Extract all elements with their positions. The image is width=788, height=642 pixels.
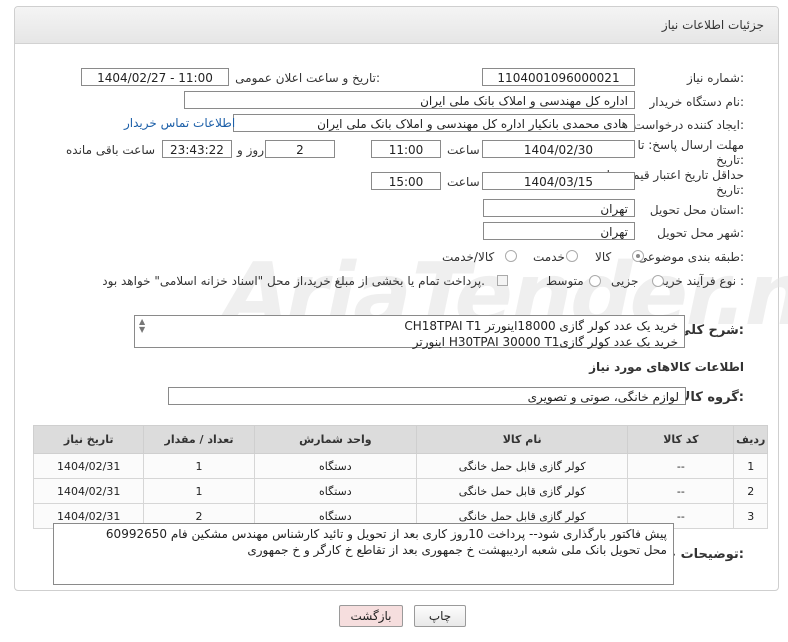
cell-name: کولر گازی قابل حمل خانگی bbox=[416, 478, 629, 504]
days-label: روز و bbox=[237, 143, 264, 157]
city-field: تهران bbox=[483, 222, 635, 240]
process-radio-medium[interactable] bbox=[589, 275, 601, 287]
creator-label: ایجاد کننده درخواست: bbox=[633, 118, 744, 132]
print-button[interactable]: چاپ bbox=[414, 605, 466, 627]
buyer-org-field: اداره کل مهندسی و املاک بانک ملی ایران bbox=[184, 91, 635, 109]
price-validity-time-label: ساعت bbox=[447, 175, 480, 189]
table-row: 2 -- کولر گازی قابل حمل خانگی دستگاه 1 1… bbox=[32, 478, 768, 504]
category-label: طبقه بندی موضوعی: bbox=[637, 250, 744, 264]
cell-row: 2 bbox=[733, 478, 768, 504]
cell-quantity: 1 bbox=[143, 478, 255, 504]
cell-need-date: 1404/02/31 bbox=[32, 453, 145, 479]
deadline-date-field: 1404/02/30 bbox=[482, 140, 635, 158]
process-radio-minor[interactable] bbox=[652, 275, 664, 287]
table-row: 1 -- کولر گازی قابل حمل خانگی دستگاه 1 1… bbox=[32, 453, 768, 479]
buyer-contact-link[interactable]: اطلاعات تماس خریدار bbox=[124, 116, 235, 130]
need-number-label: شماره نیاز: bbox=[686, 71, 744, 85]
process-option-minor: جزیی bbox=[611, 274, 639, 288]
category-option-goods-service: کالا/خدمت bbox=[442, 250, 495, 264]
buyer-notes-textarea[interactable]: پیش فاکتور بارگذاری شود-- پرداخت 10روز ک… bbox=[53, 523, 674, 585]
col-row: ردیف bbox=[733, 425, 768, 454]
deadline-time-field: 11:00 bbox=[371, 140, 441, 158]
cell-row: 1 bbox=[733, 453, 768, 479]
col-need-date: تاریخ نیاز bbox=[32, 425, 145, 454]
summary-textarea[interactable]: خرید یک عدد کولر گازی 18000اینورتر CH18T… bbox=[134, 315, 685, 349]
price-validity-date-field: 1404/03/15 bbox=[482, 172, 635, 190]
category-radio-goods[interactable] bbox=[632, 250, 644, 262]
treasury-payment-note: پرداخت تمام یا بخشی از مبلغ خرید،از محل … bbox=[102, 274, 485, 288]
col-unit: واحد شمارش bbox=[253, 425, 418, 454]
need-number-field: 1104001096000021 bbox=[482, 68, 635, 86]
process-label: نوع فرآیند خرید : bbox=[659, 274, 744, 288]
col-code: کد کالا bbox=[627, 425, 735, 454]
deadline-time-label: ساعت bbox=[447, 143, 480, 157]
cell-unit: دستگاه bbox=[253, 478, 418, 504]
cell-need-date: 1404/02/31 bbox=[32, 478, 145, 504]
category-option-service: خدمت bbox=[533, 250, 565, 264]
creator-field: هادی محمدی بانکیار اداره کل مهندسی و امل… bbox=[233, 114, 635, 132]
process-option-medium: متوسط bbox=[546, 274, 584, 288]
announce-label: تاریخ و ساعت اعلان عمومی: bbox=[235, 71, 380, 85]
days-field: 2 bbox=[265, 140, 335, 158]
cell-code: -- bbox=[627, 478, 735, 504]
deadline-label: مهلت ارسال پاسخ: تا تاریخ: bbox=[637, 138, 744, 167]
goods-group-label: گروه کالا: bbox=[680, 390, 744, 405]
category-option-goods: کالا bbox=[595, 250, 612, 264]
cell-unit: دستگاه bbox=[253, 453, 418, 479]
city-label: شهر محل تحویل: bbox=[657, 226, 744, 240]
summary-line-2: خرید یک عدد کولر گازیH30TPAI 30000 T1 ای… bbox=[412, 335, 678, 349]
goods-group-field: لوازم خانگی، صوتی و تصویری bbox=[168, 387, 686, 405]
cell-row: 3 bbox=[733, 503, 768, 529]
category-radio-goods-service[interactable] bbox=[505, 250, 517, 262]
table-header-row: ردیف کد کالا نام کالا واحد شمارش تعداد /… bbox=[32, 425, 768, 454]
announce-field: 1404/02/27 - 11:00 bbox=[81, 68, 229, 86]
province-field: تهران bbox=[483, 199, 635, 217]
scroll-down-icon[interactable]: ▼ bbox=[139, 326, 145, 334]
cell-code: -- bbox=[627, 453, 735, 479]
goods-info-title: اطلاعات کالاهای مورد نیاز bbox=[589, 360, 744, 374]
panel-header: جزئیات اطلاعات نیاز bbox=[15, 7, 778, 44]
buyer-notes-line-1: پیش فاکتور بارگذاری شود-- پرداخت 10روز ک… bbox=[105, 527, 667, 541]
summary-line-1: خرید یک عدد کولر گازی 18000اینورتر CH18T… bbox=[404, 319, 678, 333]
cell-quantity: 1 bbox=[143, 453, 255, 479]
buyer-notes-line-2: محل تحویل بانک ملی شعبه اردیبهشت خ جمهور… bbox=[247, 543, 667, 557]
back-button[interactable]: بازگشت bbox=[339, 605, 403, 627]
col-name: نام کالا bbox=[416, 425, 629, 454]
treasury-payment-checkbox[interactable] bbox=[497, 275, 508, 286]
remaining-time-field: 23:43:22 bbox=[162, 140, 232, 158]
panel-title: جزئیات اطلاعات نیاز bbox=[661, 18, 764, 32]
province-label: استان محل تحویل: bbox=[649, 203, 744, 217]
remaining-label: ساعت باقی مانده bbox=[66, 143, 156, 157]
goods-table: ردیف کد کالا نام کالا واحد شمارش تعداد /… bbox=[32, 425, 768, 529]
col-quantity: تعداد / مقدار bbox=[143, 425, 255, 454]
price-validity-time-field: 15:00 bbox=[371, 172, 441, 190]
cell-name: کولر گازی قابل حمل خانگی bbox=[416, 453, 629, 479]
category-radio-service[interactable] bbox=[566, 250, 578, 262]
buyer-org-label: نام دستگاه خریدار: bbox=[649, 95, 745, 109]
